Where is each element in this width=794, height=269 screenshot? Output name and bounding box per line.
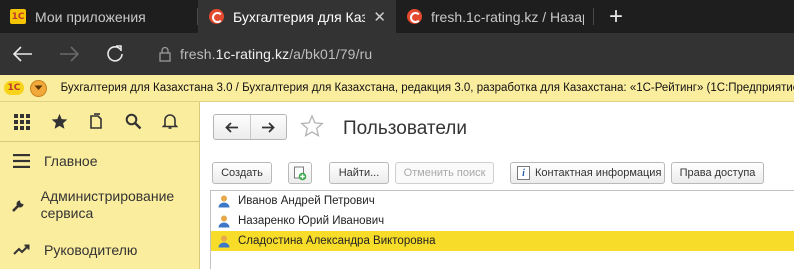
form-forward-button[interactable] [249,115,287,139]
reload-button[interactable] [92,33,138,75]
app-title: Бухгалтерия для Казахстана 3.0 / Бухгалт… [60,82,794,94]
create-button[interactable]: Создать [212,162,272,184]
browser-tab-accounting[interactable]: Бухгалтерия для Казахс ✕ [198,0,396,33]
browser-nav-bar: fresh.1c-rating.kz/a/bk01/79/ru [0,33,794,75]
new-tab-button[interactable]: + [594,0,638,33]
users-form: Пользователи Создать Найти... Отменить п… [201,102,794,269]
tab-title: fresh.1c-rating.kz / Назарен [431,8,584,25]
tab-title: Бухгалтерия для Казахс [233,8,366,25]
section-label: Руководителю [44,241,138,258]
main-menu-button[interactable] [29,79,47,97]
cancel-search-button[interactable]: Отменить поиск [395,162,494,184]
wrench-icon [11,197,28,213]
lock-icon[interactable] [150,46,180,62]
sections-toolbar [0,102,199,142]
arrow-right-icon [60,46,79,62]
back-button[interactable] [0,33,46,75]
1c-rating-icon [208,9,224,25]
app-title-bar: 1С Бухгалтерия для Казахстана 3.0 / Бухг… [0,75,794,102]
1c-rating-icon [406,9,422,25]
apps-grid-icon[interactable] [9,109,35,135]
star-icon[interactable] [46,109,72,135]
user-icon [217,194,231,208]
trend-chart-icon [11,243,31,256]
section-main[interactable]: Главное [0,142,199,179]
tab-title: Мои приложения [35,8,146,25]
info-icon: i [517,166,530,180]
user-name: Иванов Андрей Петрович [238,195,375,207]
arrow-right-icon [262,121,276,133]
page-title: Пользователи [343,118,468,139]
users-list: Иванов Андрей Петрович Назаренко Юрий Ив… [210,190,794,269]
chevron-down-icon [34,85,43,90]
form-back-button[interactable] [214,115,250,139]
forward-button[interactable] [46,33,92,75]
arrow-left-icon [13,46,32,62]
search-icon[interactable] [120,109,146,135]
url-path: /a/bk01/79/ru [289,46,373,62]
contact-info-label: Контактная информация [535,167,662,179]
sections-panel: Главное Администрирование сервиса Руково… [0,102,200,269]
contact-info-button[interactable]: i Контактная информация [510,162,665,184]
history-icon[interactable] [83,109,109,135]
access-rights-button[interactable]: Права доступа [671,162,764,184]
list-item[interactable]: Иванов Андрей Петрович [211,191,794,211]
reload-icon [107,45,123,62]
1c-logo-icon: 1С [10,9,26,25]
url-prefix: fresh. [180,46,216,62]
list-item[interactable]: Назаренко Юрий Иванович [211,211,794,231]
close-tab-icon[interactable]: ✕ [365,8,386,26]
arrow-left-icon [224,121,238,133]
address-bar[interactable]: fresh.1c-rating.kz/a/bk01/79/ru [180,46,372,62]
browser-tab-fresh[interactable]: fresh.1c-rating.kz / Назарен [396,0,594,33]
user-name: Назаренко Юрий Иванович [238,215,385,227]
1c-logo-text: 1С [10,9,26,24]
hamburger-menu-icon [11,153,31,168]
copy-button[interactable] [288,162,312,184]
user-icon [217,234,231,248]
user-icon [217,214,231,228]
favorite-star-icon[interactable] [300,114,324,143]
bell-icon[interactable] [157,109,183,135]
section-service-admin[interactable]: Администрирование сервиса [0,179,199,231]
list-item-selected[interactable]: Сладостина Александра Викторовна [211,231,794,251]
copy-add-icon [294,166,307,180]
section-label: Администрирование сервиса [40,188,175,221]
form-navigation [213,114,287,140]
1c-logo-icon: 1С [4,81,24,95]
user-name: Сладостина Александра Викторовна [238,235,436,247]
section-manager[interactable]: Руководителю [0,231,199,268]
find-button[interactable]: Найти... [329,162,389,184]
browser-tab-my-apps[interactable]: 1С Мои приложения [0,0,198,33]
url-host: 1c-rating.kz [215,46,290,62]
section-label: Главное [44,152,98,169]
browser-tab-strip: 1С Мои приложения Бухгалтерия для Казахс… [0,0,794,33]
